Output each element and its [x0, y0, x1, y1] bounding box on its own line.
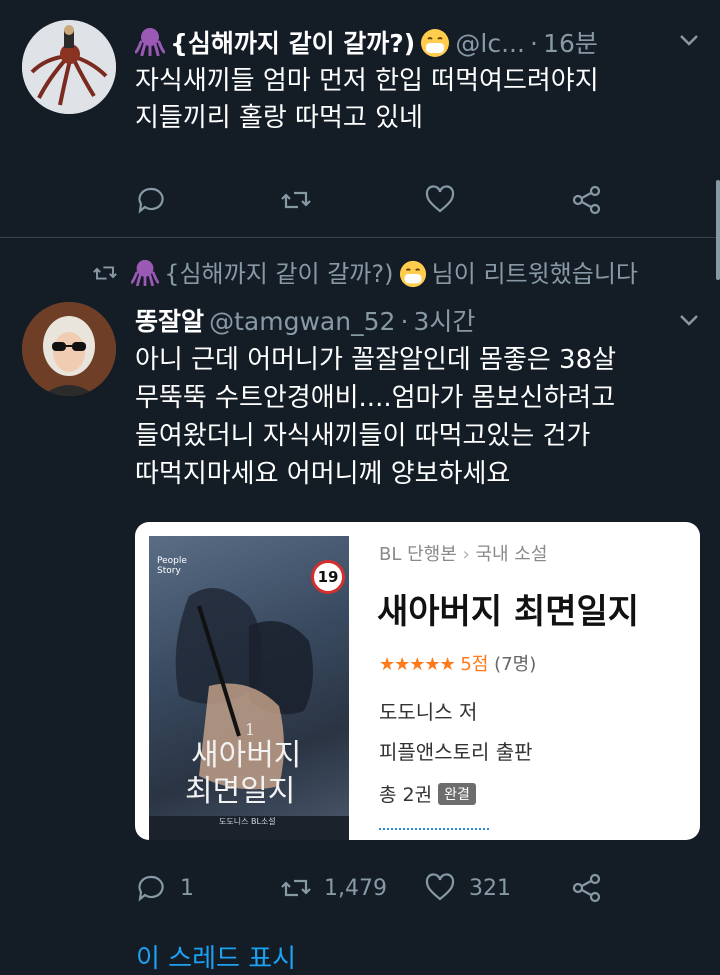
tweet-text: 아니 근데 어머니가 꼴잘알인데 몸좋은 38살 무뚝뚝 수트안경애비....엄… — [135, 341, 616, 493]
card-cut-link — [379, 828, 489, 840]
tweet-text-line: 따먹지마세요 어머니께 양보하세요 — [135, 459, 511, 489]
cover-brand: People Story — [157, 556, 187, 576]
cover-title-line: 새아버지 — [191, 738, 302, 773]
author-name[interactable]: 똥잘알 — [135, 307, 204, 336]
rating-score: 5점 — [460, 654, 489, 675]
book-cover: People Story 19 1 새아버지 최면일지 도도니스 BL소설 — [149, 536, 349, 840]
author-handle[interactable]: @lc... — [455, 29, 525, 58]
retweet-button[interactable] — [280, 185, 312, 215]
rating-count: (7명) — [494, 654, 537, 675]
author-handle[interactable]: @tamgwan_52 — [209, 307, 395, 336]
tweet-text-line: 무뚝뚝 수트안경애비....엄마가 몸보신하려고 — [135, 383, 616, 413]
star-rating-icon: ★★★★★ — [379, 654, 456, 675]
cover-title-line: 최면일지 — [185, 774, 296, 809]
reply-count: 1 — [180, 875, 194, 901]
attached-image[interactable]: People Story 19 1 새아버지 최면일지 도도니스 BL소설 BL… — [135, 522, 700, 840]
chevron-down-icon — [680, 35, 698, 46]
status-badge: 완결 — [438, 783, 476, 805]
reply-button[interactable]: 1 — [136, 873, 194, 903]
retweet-icon — [281, 879, 311, 897]
tweet-text-line: 지들끼리 홀랑 따먹고 있네 — [135, 103, 423, 133]
divider — [0, 237, 720, 238]
chevron-down-icon — [680, 315, 698, 326]
retweet-icon — [281, 191, 311, 209]
cover-author: 도도니스 BL소설 — [219, 817, 276, 826]
avatar[interactable] — [22, 302, 116, 396]
like-count: 321 — [469, 875, 511, 901]
breadcrumb: BL 단행본 › 국내 소설 — [379, 540, 547, 566]
retweet-button[interactable]: 1,479 — [280, 873, 387, 903]
cover-volume: 1 — [245, 720, 256, 739]
retweet-count: 1,479 — [324, 875, 387, 901]
scrollbar[interactable] — [716, 180, 720, 280]
tweet-text-line: 아니 근데 어머니가 꼴잘알인데 몸좋은 38살 — [135, 345, 617, 375]
book-publisher: 피플앤스토리 출판 — [379, 740, 533, 764]
face-with-mask-icon — [421, 29, 450, 57]
tweet-header: {심해까지 같이 갈까?) @lc... · 16분 — [135, 24, 598, 60]
volume-count: 총 2권 — [379, 784, 433, 806]
share-button[interactable] — [572, 185, 602, 215]
reply-icon — [138, 187, 164, 214]
avatar[interactable] — [22, 20, 116, 114]
reply-button[interactable] — [136, 185, 166, 215]
chevron-right-icon: › — [462, 544, 470, 565]
tweet-time[interactable]: 3시간 — [414, 307, 476, 336]
meta-separator: · — [530, 29, 538, 58]
like-button[interactable] — [425, 185, 455, 215]
retweet-suffix: 님이 리트윗했습니다 — [431, 260, 639, 288]
author-name[interactable]: {심해까지 같이 갈까?) — [170, 29, 415, 58]
face-with-mask-icon — [399, 260, 426, 288]
book-volumes: 총 2권 완결 — [379, 780, 476, 807]
like-button[interactable]: 321 — [425, 873, 511, 903]
tweet-text-line: 들여왔더니 자식새끼들이 따먹고있는 건가 — [135, 421, 591, 451]
share-icon — [572, 873, 601, 903]
heart-icon — [425, 873, 455, 901]
retweet-icon — [93, 266, 117, 280]
cover-title: 새아버지 최면일지 — [185, 738, 302, 810]
book-title: 새아버지 최면일지 — [377, 592, 640, 632]
octopus-icon — [131, 259, 160, 286]
book-author: 도도니스 저 — [379, 700, 478, 724]
tweet-menu-button[interactable] — [676, 30, 702, 54]
heart-icon — [425, 185, 455, 213]
show-thread-link[interactable]: 이 스레드 표시 — [136, 938, 296, 975]
retweeter-name: {심해까지 같이 갈까?) — [164, 260, 394, 288]
octopus-icon — [135, 28, 165, 56]
reply-icon — [138, 875, 164, 902]
age-rating-badge: 19 — [311, 560, 345, 594]
breadcrumb-category: BL 단행본 — [379, 544, 457, 565]
tweet-text-line: 자식새끼들 엄마 먼저 한입 떠먹여드려야지 — [135, 66, 599, 96]
retweet-context[interactable]: {심해까지 같이 갈까?) 님이 리트윗했습니다 — [92, 254, 638, 289]
tweet-header: 똥잘알 @tamgwan_52 · 3시간 — [135, 302, 475, 338]
tweet-menu-button[interactable] — [676, 310, 702, 334]
share-icon — [572, 185, 601, 215]
book-rating: ★★★★★ 5점 (7명) — [379, 650, 536, 676]
breadcrumb-subcategory: 국내 소설 — [475, 544, 548, 565]
meta-separator: · — [400, 307, 409, 336]
tweet-time[interactable]: 16분 — [543, 29, 598, 58]
tweet-text: 자식새끼들 엄마 먼저 한입 떠먹여드려야지 지들끼리 홀랑 따먹고 있네 — [135, 63, 599, 137]
share-button[interactable] — [572, 873, 602, 903]
